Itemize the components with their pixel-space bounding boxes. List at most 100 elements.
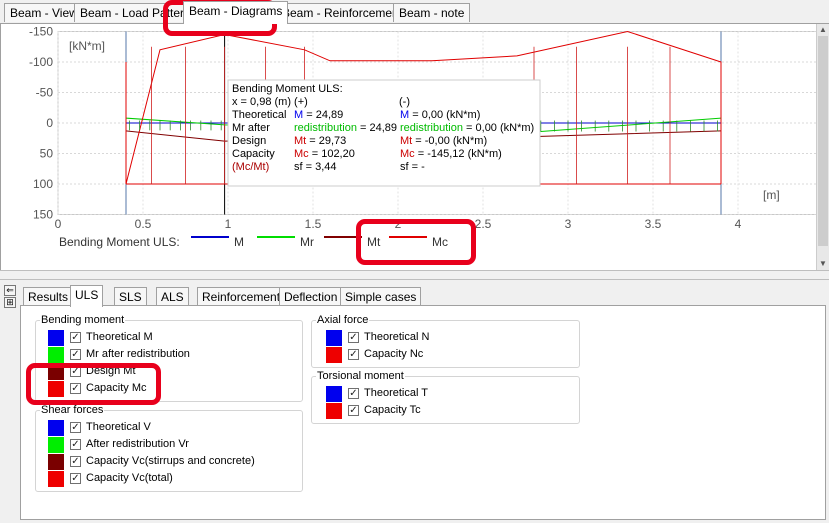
tab-results[interactable]: Results xyxy=(23,287,74,306)
color-swatch[interactable] xyxy=(48,420,64,436)
tab-reinforcement[interactable]: Reinforcement xyxy=(197,287,286,306)
checkbox[interactable]: ✓ xyxy=(348,332,359,343)
color-swatch[interactable] xyxy=(326,347,342,363)
option-label: Capacity Vc(stirrups and concrete) xyxy=(86,455,255,467)
option-label: Theoretical T xyxy=(364,387,428,399)
tooltip-plus-value: M = 24,89 xyxy=(294,109,343,121)
pane-splitter[interactable] xyxy=(0,270,829,280)
option-label: After redistribution Vr xyxy=(86,438,189,450)
pin-icon[interactable]: ⇐ xyxy=(4,285,16,296)
x-axis-unit: [m] xyxy=(763,188,780,202)
option-capacity-tc[interactable]: ✓ Capacity Tc xyxy=(326,403,566,419)
color-swatch[interactable] xyxy=(48,330,64,346)
group-title: Torsional moment xyxy=(316,369,405,383)
tooltip-row-label: (Mc/Mt) xyxy=(232,161,269,173)
tab-deflection[interactable]: Deflection xyxy=(279,287,343,306)
tooltip-x-value: x = 0,98 (m) (+) xyxy=(232,96,308,108)
checkbox[interactable]: ✓ xyxy=(70,349,81,360)
tooltip-plus-value: Mt = 29,73 xyxy=(294,135,346,147)
option-label: Theoretical N xyxy=(364,331,430,343)
option-label: Capacity Nc xyxy=(364,348,424,360)
option-theoretical-m[interactable]: ✓ Theoretical M xyxy=(48,330,288,346)
option-label: Mr after redistribution xyxy=(86,348,190,360)
option-capacity-vc-stirrups[interactable]: ✓ Capacity Vc(stirrups and concrete) xyxy=(48,454,288,470)
checkbox[interactable]: ✓ xyxy=(70,456,81,467)
legend-title: Bending Moment ULS: xyxy=(59,235,180,249)
x-tick-label: 2.5 xyxy=(475,217,492,231)
y-tick-label: 50 xyxy=(40,147,54,161)
group-title: Axial force xyxy=(316,313,370,327)
tooltip-row-label: Capacity xyxy=(232,148,275,160)
tooltip-row-label: Design xyxy=(232,135,266,147)
scroll-up-arrow-icon[interactable]: ▲ xyxy=(817,24,829,36)
tab-sls[interactable]: SLS xyxy=(114,287,147,306)
axial-force-group: Axial force ✓ Theoretical N ✓ Capacity N… xyxy=(311,313,580,368)
dock-icon[interactable]: ⊞ xyxy=(4,297,16,308)
y-tick-label: -100 xyxy=(29,55,53,69)
tooltip-row-label: Mr after xyxy=(232,122,270,134)
tooltip-minus-value: Mt = -0,00 (kN*m) xyxy=(400,135,487,147)
x-tick-label: 1 xyxy=(225,217,232,231)
option-theoretical-t[interactable]: ✓ Theoretical T xyxy=(326,386,566,402)
y-tick-label: -150 xyxy=(29,25,53,39)
highlight-mc-legend xyxy=(356,219,476,265)
option-after-redistribution-vr[interactable]: ✓ After redistribution Vr xyxy=(48,437,288,453)
x-tick-label: 3.5 xyxy=(645,217,662,231)
option-theoretical-v[interactable]: ✓ Theoretical V xyxy=(48,420,288,436)
tab-als[interactable]: ALS xyxy=(156,287,189,306)
tooltip-title: Bending Moment ULS: xyxy=(232,83,343,95)
option-capacity-nc[interactable]: ✓ Capacity Nc xyxy=(326,347,566,363)
tooltip-minus-header: (-) xyxy=(399,96,410,108)
color-swatch[interactable] xyxy=(48,471,64,487)
tab-uls[interactable]: ULS xyxy=(70,285,104,307)
group-title: Bending moment xyxy=(40,313,126,327)
x-tick-label: 1.5 xyxy=(305,217,322,231)
tab-beam-note[interactable]: Beam - note xyxy=(393,3,471,22)
tooltip-plus-value: redistribution = 24,89 xyxy=(294,122,397,134)
tab-beam-reinforcement[interactable]: Beam - Reinforcement xyxy=(276,3,409,22)
option-label: Theoretical M xyxy=(86,331,153,343)
checkbox[interactable]: ✓ xyxy=(348,349,359,360)
highlight-capacity-mc-option xyxy=(26,363,161,405)
color-swatch[interactable] xyxy=(48,454,64,470)
y-tick-label: 100 xyxy=(33,177,53,191)
checkbox[interactable]: ✓ xyxy=(70,332,81,343)
option-theoretical-n[interactable]: ✓ Theoretical N xyxy=(326,330,566,346)
option-label: Capacity Vc(total) xyxy=(86,472,173,484)
tooltip-plus-value: sf = 3,44 xyxy=(294,161,337,173)
scroll-down-arrow-icon[interactable]: ▼ xyxy=(817,258,829,270)
scrollbar-thumb[interactable] xyxy=(818,36,828,246)
checkbox[interactable]: ✓ xyxy=(70,439,81,450)
y-tick-label: 0 xyxy=(46,116,53,130)
top-tab-bar: Beam - View Beam - Load Pattern Beam - D… xyxy=(0,0,829,24)
tooltip-minus-value: M = 0,00 (kN*m) xyxy=(400,109,480,121)
plot-vertical-scrollbar[interactable]: ▲ ▼ xyxy=(816,24,829,270)
tab-simple-cases[interactable]: Simple cases xyxy=(340,287,422,306)
color-swatch[interactable] xyxy=(48,347,64,363)
option-mr-after-redistribution[interactable]: ✓ Mr after redistribution xyxy=(48,347,288,363)
tooltip-row-label: Theoretical xyxy=(232,109,286,121)
legend-label-mr: Mr xyxy=(300,235,314,249)
tooltip-minus-value: Mc = -145,12 (kN*m) xyxy=(400,148,502,160)
color-swatch[interactable] xyxy=(326,386,342,402)
y-axis-unit: [kN*m] xyxy=(69,39,105,53)
uls-options-pane: Bending moment ✓ Theoretical M ✓ Mr afte… xyxy=(20,305,826,520)
y-tick-label: -50 xyxy=(36,86,54,100)
checkbox[interactable]: ✓ xyxy=(70,422,81,433)
x-tick-label: 0 xyxy=(55,217,62,231)
torsional-moment-group: Torsional moment ✓ Theoretical T ✓ Capac… xyxy=(311,369,580,424)
color-swatch[interactable] xyxy=(48,437,64,453)
tooltip-minus-value: sf = - xyxy=(400,161,425,173)
color-swatch[interactable] xyxy=(326,403,342,419)
color-swatch[interactable] xyxy=(326,330,342,346)
tab-beam-diagrams[interactable]: Beam - Diagrams xyxy=(183,1,289,24)
option-capacity-vc-total[interactable]: ✓ Capacity Vc(total) xyxy=(48,471,288,487)
tooltip-minus-value: redistribution = 0,00 (kN*m) xyxy=(400,122,534,134)
checkbox[interactable]: ✓ xyxy=(70,473,81,484)
group-title: Shear forces xyxy=(40,403,105,417)
shear-forces-group: Shear forces ✓ Theoretical V ✓ After red… xyxy=(35,403,303,492)
tooltip-plus-value: Mc = 102,20 xyxy=(294,148,355,160)
checkbox[interactable]: ✓ xyxy=(348,388,359,399)
tab-beam-view[interactable]: Beam - View xyxy=(4,3,84,22)
checkbox[interactable]: ✓ xyxy=(348,405,359,416)
